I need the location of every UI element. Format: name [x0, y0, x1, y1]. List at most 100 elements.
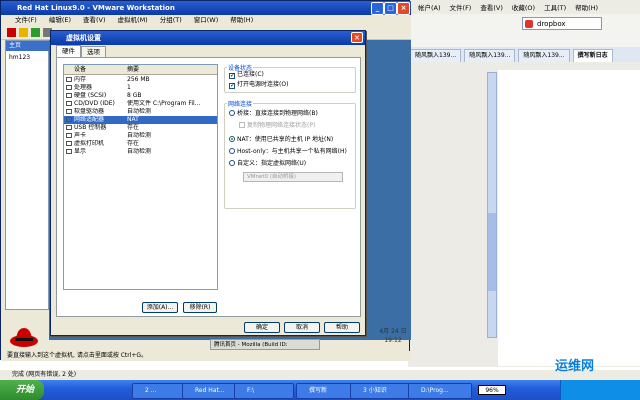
browser-status-bar: 完成 (网页有错误, 2 处): [0, 370, 640, 380]
search-query: dropbox: [537, 20, 566, 28]
device-summary: NAT: [127, 116, 139, 123]
device-summary: 使用文件 C:\Program Fil...: [127, 100, 201, 107]
menu-file[interactable]: 文件(F): [15, 15, 37, 26]
custom-radio[interactable]: 自定义：指定虚拟网络(U): [229, 160, 306, 168]
cancel-button[interactable]: 取消: [284, 322, 320, 333]
maximize-icon[interactable]: □: [384, 2, 397, 15]
device-name: 处理器: [74, 84, 93, 91]
menu-team[interactable]: 分组(T): [160, 15, 182, 26]
vmware-menubar: 文件(F) 编辑(E) 查看(V) 虚拟机(M) 分组(T) 窗口(W) 帮助(…: [1, 15, 411, 26]
sidebar-home-tab[interactable]: 主页: [6, 41, 51, 51]
device-icon: [66, 133, 72, 138]
close-icon[interactable]: ×: [397, 2, 410, 15]
menu-help[interactable]: 帮助(H): [230, 15, 253, 26]
menu-view[interactable]: 查看(V): [83, 15, 106, 26]
pause-icon[interactable]: [19, 28, 28, 37]
radio-selected-icon: [229, 136, 235, 142]
check-icon: ✓: [229, 82, 236, 89]
vmware-title: Red Hat Linux9.0 - VMware Workstation: [17, 4, 175, 12]
device-row[interactable]: 声卡 自动检测: [64, 132, 217, 140]
browser-menu-view[interactable]: 查看(V): [480, 2, 503, 12]
device-row[interactable]: 硬盘 (SCSI) 8 GB: [64, 92, 217, 100]
column-summary[interactable]: 摘要: [127, 65, 139, 74]
browser-tab-bar: 随风飘入139... 随风飘入139... 随风飘入139... 撰写新日志: [408, 47, 640, 62]
connected-checkbox[interactable]: ✓ 已连接(C): [229, 71, 264, 79]
connected-label: 已连接(C): [237, 71, 264, 78]
radio-icon: [229, 148, 235, 154]
device-name: 内存: [74, 76, 87, 83]
device-row[interactable]: 虚拟打印机 存在: [64, 140, 217, 148]
device-summary: 自动检测: [127, 148, 152, 155]
play-icon[interactable]: [31, 28, 40, 37]
remove-button[interactable]: 移除(R): [183, 302, 217, 313]
replicate-label: 复制物理网络连接状态(P): [247, 122, 316, 129]
taskbar-item-6[interactable]: D:\Prog...: [408, 383, 472, 399]
device-icon: [66, 77, 72, 82]
battery-indicator[interactable]: 96%: [478, 385, 506, 395]
browser-menu-account[interactable]: 帐户(A): [418, 2, 441, 12]
browser-search-input[interactable]: dropbox: [522, 17, 602, 30]
browser-tab-4[interactable]: 撰写新日志: [572, 49, 613, 62]
taskbar-item-4[interactable]: 撰写新: [296, 383, 356, 399]
device-row[interactable]: 显示 自动检测: [64, 148, 217, 156]
device-name: 软盘驱动器: [74, 108, 105, 115]
nat-radio[interactable]: NAT：使用已共享的主机 IP 地址(N): [229, 136, 333, 144]
browser-menu-help[interactable]: 帮助(H): [575, 2, 598, 12]
taskbar-item-5[interactable]: 3 小知识: [350, 383, 410, 399]
bridged-radio[interactable]: 桥接：直接连接到物理网络(B): [229, 110, 318, 118]
device-row[interactable]: USB 控制器 存在: [64, 124, 217, 132]
device-name: 虚拟打印机: [74, 140, 105, 147]
device-list[interactable]: 设备 摘要 内存 256 MB 处理器 1 硬盘 (SCSI) 8 GB CD/DVD (I…: [63, 64, 218, 290]
sidebar-item-vm[interactable]: hm123: [9, 54, 30, 61]
menu-window[interactable]: 窗口(W): [194, 15, 219, 26]
column-device[interactable]: 设备: [74, 65, 86, 74]
help-button[interactable]: 帮助: [324, 322, 360, 333]
host-only-radio[interactable]: Host-only：与主机共享一个私有网络(H): [229, 148, 347, 156]
stop-icon[interactable]: [7, 28, 16, 37]
device-row[interactable]: CD/DVD (IDE) 使用文件 C:\Program Fil...: [64, 100, 217, 108]
browser-menu-file[interactable]: 文件(F): [450, 2, 472, 12]
browser-menu-favorites[interactable]: 收藏(O): [512, 2, 535, 12]
vm-settings-dialog: 虚拟机设置 × 硬件 选项 设备 摘要 内存 256 MB 处理器 1 硬盘 (SCSI…: [50, 30, 366, 336]
minimize-icon[interactable]: _: [371, 2, 384, 15]
device-summary: 存在: [127, 140, 140, 147]
browser-tab-2[interactable]: 随风飘入139...: [464, 49, 516, 62]
start-label: 开始: [16, 385, 35, 395]
clock-time: 19:12: [384, 337, 402, 344]
device-icon: [66, 101, 72, 106]
bridged-label: 桥接：直接连接到物理网络(B): [237, 110, 318, 117]
device-icon: [66, 117, 72, 122]
browser-menu-tools[interactable]: 工具(T): [544, 2, 566, 12]
device-summary: 自动检测: [127, 108, 152, 115]
replicate-checkbox[interactable]: 复制物理网络连接状态(P): [239, 122, 315, 130]
device-row[interactable]: 内存 256 MB: [64, 76, 217, 84]
scrollbar-thumb[interactable]: [488, 213, 496, 291]
hardware-panel: 设备 摘要 内存 256 MB 处理器 1 硬盘 (SCSI) 8 GB CD/DVD (I…: [56, 57, 361, 317]
inner-taskbar-item[interactable]: 腾讯首页 - Mozilla (Build ID:: [210, 339, 320, 350]
document-page: [498, 70, 640, 366]
taskbar-item-3[interactable]: F:\: [234, 383, 294, 399]
browser-tab-3[interactable]: 随风飘入139...: [518, 49, 570, 62]
menu-vm[interactable]: 虚拟机(M): [118, 15, 148, 26]
ok-button[interactable]: 确定: [244, 322, 280, 333]
dialog-close-icon[interactable]: ×: [351, 32, 363, 43]
browser-tab-1[interactable]: 随风飘入139...: [410, 49, 462, 62]
device-name: 显示: [74, 148, 87, 155]
nat-label: NAT：使用已共享的主机 IP 地址(N): [237, 136, 334, 143]
checkbox-icon: [239, 122, 245, 128]
menu-edit[interactable]: 编辑(E): [49, 15, 71, 26]
device-name: 声卡: [74, 132, 87, 139]
device-row[interactable]: 软盘驱动器 自动检测: [64, 108, 217, 116]
vertical-scrollbar[interactable]: [487, 72, 497, 338]
connect-at-power-on-checkbox[interactable]: ✓ 打开电源时连接(O): [229, 81, 288, 89]
network-connection-group: [224, 103, 356, 209]
custom-network-select[interactable]: VMnet0 (自动桥接): [243, 172, 343, 182]
start-button[interactable]: 开始: [0, 380, 44, 400]
device-name: 网络适配器: [74, 116, 105, 123]
device-row[interactable]: 处理器 1: [64, 84, 217, 92]
device-list-header: 设备 摘要: [64, 65, 217, 75]
device-row[interactable]: 网络适配器 NAT: [64, 116, 217, 124]
taskbar-item-2[interactable]: Red Hat...: [182, 383, 242, 399]
device-icon: [66, 85, 72, 90]
add-button[interactable]: 添加(A)...: [142, 302, 178, 313]
